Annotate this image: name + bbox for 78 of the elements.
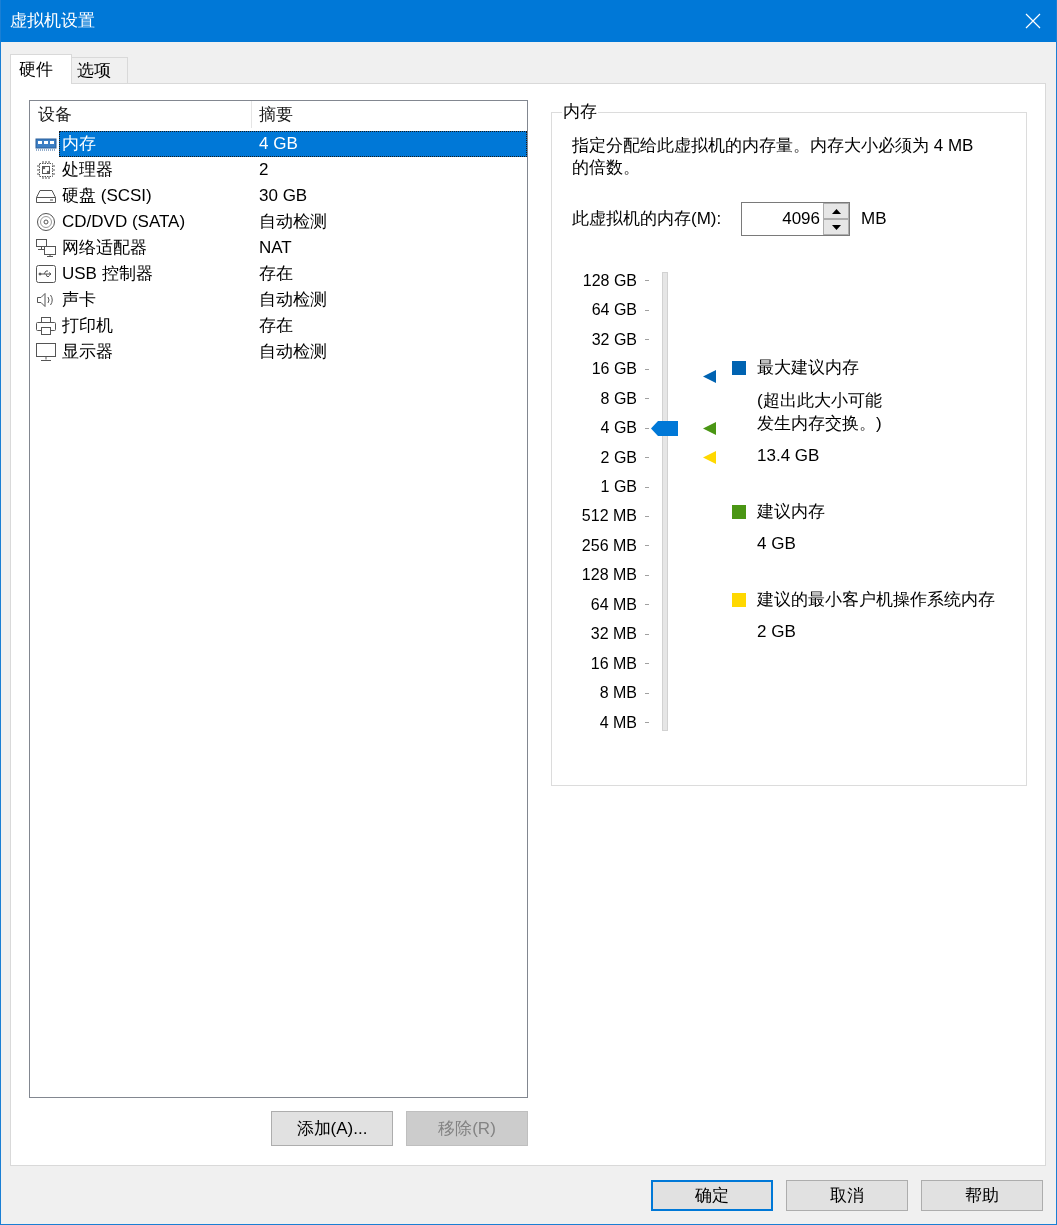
tick-label: 512 MB [581,506,637,527]
tick-label: 32 MB [590,624,637,645]
tick-label: 4 MB [599,712,637,733]
device-row[interactable]: USB 控制器 存在 [59,261,527,287]
tick-label: 32 GB [591,329,637,350]
unit-label: MB [861,208,887,230]
caret-up-icon [831,208,841,214]
device-name: 硬盘 (SCSI) [62,185,152,207]
spin-down-button[interactable] [823,219,850,236]
close-icon [1025,13,1041,29]
legend-value: 2 GB [757,621,796,643]
monitor-icon [35,342,57,362]
disc-icon [35,212,57,232]
device-name: 内存 [62,133,96,155]
tick-label: 256 MB [581,535,637,556]
window-title: 虚拟机设置 [10,10,95,32]
tab[interactable]: 选项 [72,57,128,84]
device-summary: 自动检测 [259,289,327,311]
tick-label: 2 GB [600,447,637,468]
device-name: 声卡 [62,289,96,311]
network-icon [35,238,57,258]
tick-label: 1 GB [600,477,637,497]
device-summary: 30 GB [259,185,308,207]
tick-label: 128 GB [582,270,637,291]
spin-up-button[interactable] [823,202,850,219]
device-row[interactable]: 内存 4 GB [59,131,527,157]
device-summary: 自动检测 [259,341,327,363]
tick-label: 64 MB [590,594,637,615]
device-row[interactable]: CD/DVD (SATA) 自动检测 [59,209,527,235]
legend-value: 4 GB [757,533,796,555]
printer-icon [35,316,57,336]
device-row[interactable]: 处理器 2 [59,157,527,183]
legend-label: 建议的最小客户机操作系统内存 [757,589,995,611]
legend-note: (超出此大小可能发生内存交换。) [757,390,883,435]
usb-icon [35,264,57,284]
column-header[interactable]: 摘要 [259,103,293,126]
device-row[interactable]: 声卡 自动检测 [59,287,527,313]
tick-label: 8 GB [600,388,637,409]
slider-thumb[interactable] [651,420,678,436]
tick-label: 16 MB [590,653,637,674]
device-summary: 4 GB [259,133,298,155]
device-summary: 自动检测 [259,211,327,233]
dialog-button[interactable]: 取消 [786,1180,908,1211]
field-label: 此虚拟机的内存(M): [572,208,723,230]
chip-icon [35,160,57,180]
memory-input[interactable]: 4096 [741,202,823,236]
group-title: 内存 [562,101,598,123]
tab[interactable]: 硬件 [10,54,72,84]
close-button[interactable] [1025,13,1041,29]
device-name: 显示器 [62,341,113,363]
memory-slider[interactable] [651,272,716,731]
device-summary: 存在 [259,263,293,285]
device-summary: NAT [259,237,292,259]
device-name: 打印机 [62,315,113,337]
device-row[interactable]: 硬盘 (SCSI) 30 GB [59,183,527,209]
legend-value: 13.4 GB [757,445,820,467]
legend-label: 建议内存 [757,501,825,523]
device-name: 网络适配器 [62,237,147,259]
device-row[interactable]: 网络适配器 NAT [59,235,527,261]
tick-label: 128 MB [581,565,637,586]
caret-down-icon [831,224,841,230]
dialog-button[interactable]: 帮助 [921,1180,1043,1211]
device-summary: 存在 [259,315,293,337]
device-row[interactable]: 打印机 存在 [59,313,527,339]
device-button[interactable]: 添加(A)... [271,1111,393,1146]
device-summary: 2 [259,159,269,181]
tick-label: 4 GB [600,418,637,439]
tick-label: 8 MB [599,683,637,704]
device-name: CD/DVD (SATA) [62,211,186,233]
memory-description: 指定分配给此虚拟机的内存量。内存大小必须为 4 MB 的倍数。 [572,135,975,179]
legend-label: 最大建议内存 [757,357,859,379]
device-row[interactable]: 显示器 自动检测 [59,339,527,365]
dialog-button[interactable]: 确定 [651,1180,773,1211]
tick-label: 16 GB [591,359,637,380]
column-header[interactable]: 设备 [38,103,72,126]
tick-label: 64 GB [591,300,637,321]
device-name: 处理器 [62,159,113,181]
device-name: USB 控制器 [62,263,153,285]
